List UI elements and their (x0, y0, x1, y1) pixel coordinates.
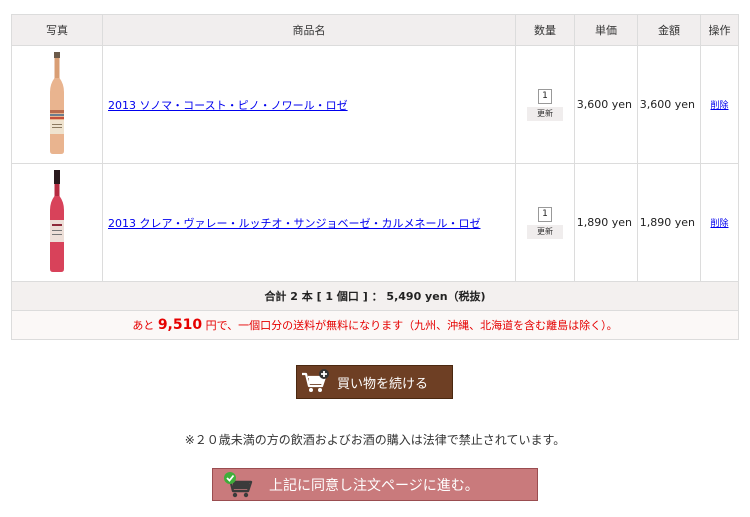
delete-link[interactable]: 削除 (710, 219, 728, 229)
header-quantity: 数量 (515, 14, 575, 46)
quantity-input[interactable]: 1 (538, 89, 552, 104)
amount-cell: 3,600 yen (637, 45, 701, 164)
shipping-notice: あと 9,510 円で、一個口分の送料が無料になります（九州、沖縄、北海道を含む… (11, 310, 739, 340)
total-summary: 合計 2 本 [ 1 個口 ] ： 5,490 yen（税抜) (11, 281, 739, 311)
amount-cell: 1,890 yen (637, 163, 701, 282)
quantity-cell: 1 更新 (515, 163, 575, 282)
unit-price-cell: 3,600 yen (574, 45, 638, 164)
quantity-cell: 1 更新 (515, 45, 575, 164)
header-amount: 金額 (637, 14, 701, 46)
wine-bottle-image (50, 170, 64, 272)
notice-prefix: あと (132, 319, 158, 332)
total-row: 合計 2 本 [ 1 個口 ] ： 5,490 yen（税抜) (11, 281, 739, 311)
product-name-cell: 2013 クレア・ヴァレー・ルッチオ・サンジョベーゼ・カルメネール・ロゼ (102, 163, 516, 282)
unit-price-cell: 1,890 yen (574, 163, 638, 282)
shipping-notice-row: あと 9,510 円で、一個口分の送料が無料になります（九州、沖縄、北海道を含む… (11, 310, 739, 340)
proceed-to-order-button[interactable]: 上記に同意し注文ページに進む。 (212, 468, 538, 501)
wine-bottle-image (50, 52, 64, 154)
update-button[interactable]: 更新 (527, 107, 563, 121)
product-photo-cell (11, 163, 103, 282)
cart-plus-icon (297, 366, 333, 398)
header-product-name: 商品名 (102, 14, 516, 46)
operation-cell: 削除 (700, 45, 739, 164)
cart-table: 写真 商品名 数量 単価 金額 操作 2013 ソノマ・コースト・ピノ・ノワール… (11, 14, 739, 340)
product-name-link[interactable]: 2013 クレア・ヴァレー・ルッチオ・サンジョベーゼ・カルメネール・ロゼ (108, 217, 481, 230)
continue-shopping-label: 買い物を続ける (337, 376, 429, 392)
header-unit-price: 単価 (574, 14, 638, 46)
age-restriction-notice: ※２０歳未満の方の飲酒およびお酒の購入は法律で禁止されています。 (184, 433, 566, 447)
table-header-row: 写真 商品名 数量 単価 金額 操作 (11, 14, 739, 46)
product-name-link[interactable]: 2013 ソノマ・コースト・ピノ・ノワール・ロゼ (108, 99, 348, 112)
header-operation: 操作 (700, 14, 739, 46)
product-photo-cell (11, 45, 103, 164)
table-row: 2013 クレア・ヴァレー・ルッチオ・サンジョベーゼ・カルメネール・ロゼ 1 更… (11, 163, 739, 282)
operation-cell: 削除 (700, 163, 739, 282)
continue-shopping-button[interactable]: 買い物を続ける (296, 365, 453, 399)
header-photo: 写真 (11, 14, 103, 46)
product-name-cell: 2013 ソノマ・コースト・ピノ・ノワール・ロゼ (102, 45, 516, 164)
table-row: 2013 ソノマ・コースト・ピノ・ノワール・ロゼ 1 更新 3,600 yen … (11, 45, 739, 164)
proceed-to-order-label: 上記に同意し注文ページに進む。 (269, 477, 479, 494)
delete-link[interactable]: 削除 (710, 101, 728, 111)
notice-amount: 9,510 (157, 317, 203, 333)
update-button[interactable]: 更新 (527, 225, 563, 239)
cart-check-icon (221, 469, 257, 501)
notice-suffix: 円で、一個口分の送料が無料になります（九州、沖縄、北海道を含む離島は除く）。 (202, 319, 618, 332)
quantity-input[interactable]: 1 (538, 207, 552, 222)
